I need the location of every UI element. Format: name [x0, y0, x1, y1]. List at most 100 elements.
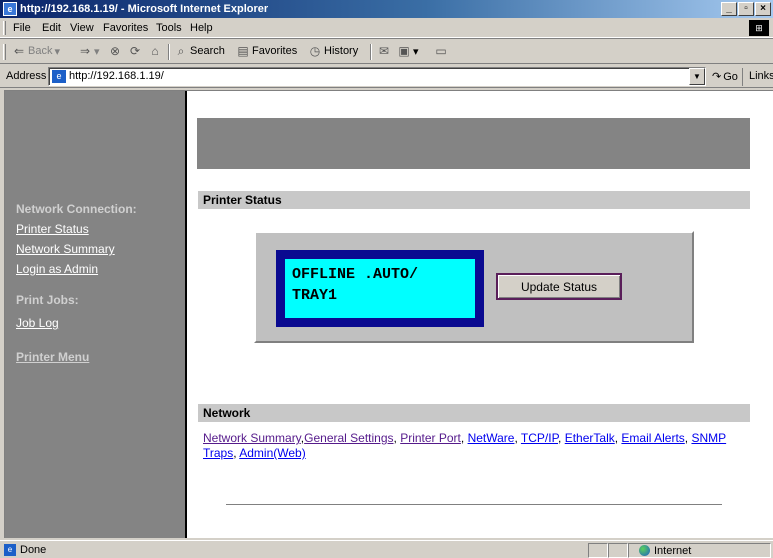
page-icon: e	[4, 544, 16, 556]
printer-status-panel: OFFLINE .AUTO/TRAY1 Update Status	[254, 231, 694, 343]
edit-button[interactable]: ▣ ▾	[397, 44, 419, 58]
favorites-label: Favorites	[252, 45, 298, 57]
sidebar: Network Connection: Printer Status Netwo…	[5, 91, 187, 538]
back-button[interactable]: ⇐ Back ▾	[12, 44, 60, 58]
ie-logo-icon: e	[3, 2, 17, 16]
update-status-button[interactable]: Update Status	[496, 273, 622, 300]
menu-view[interactable]: View	[70, 22, 94, 34]
go-label: Go	[723, 70, 738, 83]
discuss-icon: ▭	[435, 44, 447, 58]
toolbar: ⇐ Back ▾ ⇒ ▾ ⊗ ⟳ ⌂ ⌕ Search ▤ Favorites ◷ Hist…	[0, 38, 773, 64]
menu-edit[interactable]: Edit	[42, 22, 61, 34]
links-button[interactable]: Links »	[742, 68, 773, 86]
forward-button[interactable]: ⇒ ▾	[78, 44, 100, 58]
home-button[interactable]: ⌂	[148, 44, 162, 58]
divider	[226, 504, 722, 506]
history-icon: ◷	[309, 44, 321, 58]
lcd-frame: OFFLINE .AUTO/TRAY1	[276, 250, 484, 327]
link-ethertalk[interactable]: EtherTalk	[565, 431, 615, 445]
mail-icon: ✉	[378, 44, 390, 58]
link-network-summary[interactable]: Network Summary	[203, 431, 301, 445]
word-edit-icon: ▣	[398, 44, 410, 58]
page-icon: e	[52, 70, 66, 83]
link-email-alerts[interactable]: Email Alerts	[621, 431, 684, 445]
window-controls: _ ▫ ×	[721, 2, 771, 16]
windows-logo-icon: ⊞	[749, 20, 769, 36]
toolbar-grip	[3, 44, 6, 60]
dropdown-icon: ▾	[54, 45, 60, 58]
menu-favorites[interactable]: Favorites	[103, 22, 148, 34]
lcd-line-2: TRAY1	[292, 287, 338, 304]
address-dropdown-icon[interactable]: ▼	[689, 68, 705, 85]
menu-grip	[3, 21, 6, 35]
toolbar-separator	[370, 44, 372, 60]
address-label: Address	[6, 70, 47, 82]
stop-icon: ⊗	[109, 44, 121, 58]
sidebar-link-printer-status[interactable]: Printer Status	[16, 222, 89, 236]
minimize-button[interactable]: _	[721, 2, 737, 16]
sidebar-link-job-log[interactable]: Job Log	[16, 316, 59, 330]
history-button[interactable]: ◷ History	[308, 44, 358, 58]
status-text: Done	[20, 544, 47, 556]
mail-button[interactable]: ✉	[377, 44, 391, 58]
link-printer-port[interactable]: Printer Port	[400, 431, 461, 445]
go-arrow-icon: ↷	[712, 71, 722, 83]
lcd-line-1: OFFLINE .AUTO/	[292, 266, 419, 283]
address-bar: Address e ▼ ↷Go Links »	[0, 64, 773, 88]
title-bar: e http://192.168.1.19/ - Microsoft Inter…	[0, 0, 773, 18]
address-input[interactable]	[69, 70, 669, 82]
home-icon: ⌂	[151, 44, 159, 58]
toolbar-separator	[168, 44, 170, 60]
discuss-button[interactable]: ▭	[434, 44, 448, 58]
link-separator: ,	[460, 431, 468, 445]
internet-globe-icon	[639, 545, 650, 556]
refresh-icon: ⟳	[129, 44, 141, 58]
menu-tools[interactable]: Tools	[156, 22, 182, 34]
zone-label: Internet	[654, 544, 692, 557]
menu-bar: File Edit View Favorites Tools Help ⊞	[0, 18, 773, 38]
search-button[interactable]: ⌕ Search	[174, 44, 225, 58]
link-tcp-ip[interactable]: TCP/IP	[521, 431, 558, 445]
window-title: http://192.168.1.19/ - Microsoft Interne…	[20, 0, 268, 18]
close-button[interactable]: ×	[755, 2, 771, 16]
sidebar-heading-print-jobs: Print Jobs:	[16, 293, 79, 307]
go-button[interactable]: ↷ Go	[712, 70, 738, 84]
security-zone: Internet	[628, 543, 771, 558]
status-bar: e Done Internet	[0, 540, 773, 558]
search-label: Search	[190, 45, 225, 57]
address-box: e ▼	[48, 67, 706, 86]
favorites-button[interactable]: ▤ Favorites	[236, 44, 297, 58]
refresh-button[interactable]: ⟳	[128, 44, 142, 58]
page-content: Network Connection: Printer Status Netwo…	[4, 90, 773, 538]
status-panel	[588, 543, 608, 558]
favorites-icon: ▤	[237, 44, 249, 58]
printer-status-title: Printer Status	[198, 191, 750, 209]
status-panel	[608, 543, 628, 558]
window-title-app: - Microsoft Internet Explorer	[117, 3, 269, 15]
link-admin-web[interactable]: Admin(Web)	[239, 446, 305, 460]
header-banner	[197, 118, 750, 169]
dropdown-icon: ▾	[413, 45, 419, 58]
network-title: Network	[198, 404, 750, 422]
dropdown-icon: ▾	[94, 45, 100, 58]
menu-help[interactable]: Help	[190, 22, 213, 34]
lcd-display: OFFLINE .AUTO/TRAY1	[284, 258, 476, 319]
window-title-url: http://192.168.1.19/	[20, 3, 118, 15]
network-links: Network Summary, General Settings, Printe…	[203, 431, 753, 461]
forward-arrow-icon: ⇒	[79, 44, 91, 58]
link-netware[interactable]: NetWare	[468, 431, 515, 445]
stop-button[interactable]: ⊗	[108, 44, 122, 58]
sidebar-heading-network: Network Connection:	[16, 202, 137, 216]
search-icon: ⌕	[177, 44, 185, 58]
history-label: History	[324, 45, 359, 57]
sidebar-link-network-summary[interactable]: Network Summary	[16, 242, 115, 256]
link-separator: ,	[558, 431, 565, 445]
back-arrow-icon: ⇐	[13, 44, 25, 58]
menu-file[interactable]: File	[13, 22, 31, 34]
status-done: e Done	[4, 544, 46, 556]
link-general-settings[interactable]: General Settings	[304, 431, 393, 445]
sidebar-link-printer-menu[interactable]: Printer Menu	[16, 350, 89, 364]
restore-button[interactable]: ▫	[738, 2, 754, 16]
back-label: Back	[28, 45, 53, 57]
sidebar-link-login-admin[interactable]: Login as Admin	[16, 262, 98, 276]
